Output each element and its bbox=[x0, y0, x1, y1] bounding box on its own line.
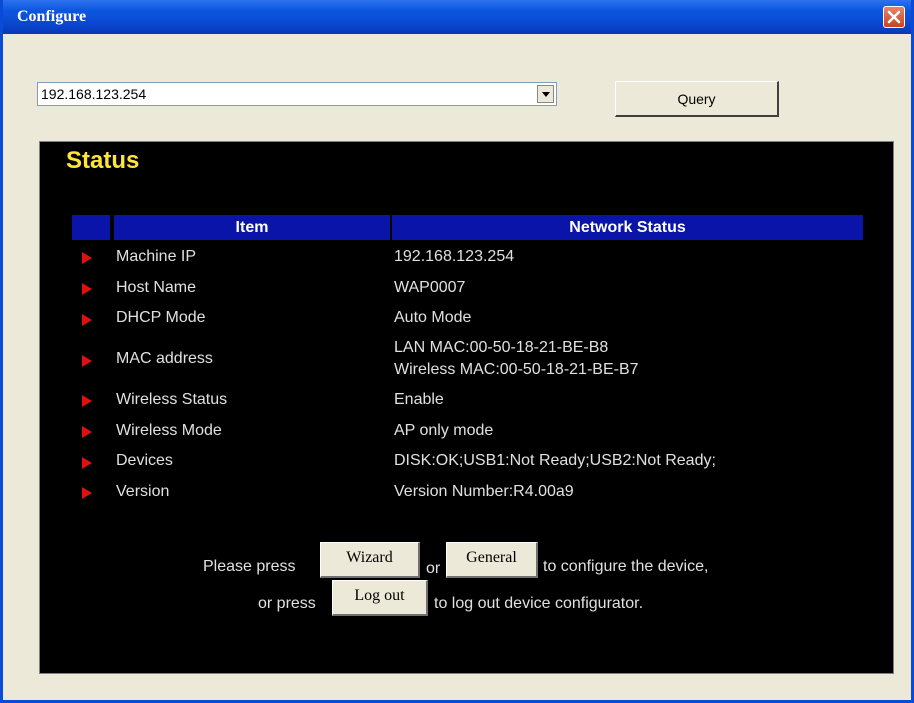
row-arrow-icon bbox=[82, 283, 92, 295]
configure-device-text: to configure the device, bbox=[543, 558, 709, 575]
row-item-label: MAC address bbox=[116, 350, 213, 367]
general-button[interactable]: General bbox=[446, 542, 538, 578]
row-arrow-icon bbox=[82, 314, 92, 326]
row-status-value: WAP0007 bbox=[394, 279, 466, 296]
chevron-down-icon bbox=[542, 92, 550, 97]
row-status-value: Auto Mode bbox=[394, 309, 472, 326]
row-item-label: Wireless Mode bbox=[116, 422, 222, 439]
row-arrow-icon bbox=[82, 395, 92, 407]
row-status-value: Version Number:R4.00a9 bbox=[394, 483, 574, 500]
configure-window: Configure 192.168.123.254 Query Status I… bbox=[0, 0, 914, 703]
row-item-label: DHCP Mode bbox=[116, 309, 206, 326]
logout-button[interactable]: Log out bbox=[332, 580, 428, 616]
row-status-value: Enable bbox=[394, 391, 444, 408]
or-text: or bbox=[426, 560, 441, 577]
row-status-value: DISK:OK;USB1:Not Ready;USB2:Not Ready; bbox=[394, 452, 716, 469]
row-item-label: Wireless Status bbox=[116, 391, 228, 408]
ip-dropdown-button[interactable] bbox=[537, 85, 554, 103]
ip-address-select[interactable]: 192.168.123.254 bbox=[37, 82, 557, 106]
header-network-status: Network Status bbox=[392, 215, 863, 240]
row-arrow-icon bbox=[82, 457, 92, 469]
title-bar[interactable]: Configure bbox=[3, 0, 911, 34]
close-icon bbox=[887, 10, 901, 24]
close-button[interactable] bbox=[883, 6, 905, 28]
row-arrow-icon bbox=[82, 487, 92, 499]
header-arrow-column bbox=[72, 215, 110, 240]
row-item-label: Devices bbox=[116, 452, 173, 469]
row-arrow-icon bbox=[82, 355, 92, 367]
ip-address-value: 192.168.123.254 bbox=[41, 86, 147, 102]
row-item-label: Version bbox=[116, 483, 170, 500]
status-title: Status bbox=[66, 147, 140, 174]
row-arrow-icon bbox=[82, 426, 92, 438]
status-panel: Status Item Network Status Machine IP 19… bbox=[39, 141, 894, 674]
row-item-label: Machine IP bbox=[116, 248, 197, 265]
logout-description-text: to log out device configurator. bbox=[434, 595, 644, 612]
please-press-text: Please press bbox=[203, 558, 296, 575]
row-status-value: 192.168.123.254 bbox=[394, 248, 515, 265]
row-arrow-icon bbox=[82, 252, 92, 264]
wizard-button[interactable]: Wizard bbox=[320, 542, 420, 578]
header-item: Item bbox=[114, 215, 390, 240]
or-press-text: or press bbox=[258, 595, 316, 612]
row-status-value-2: Wireless MAC:00-50-18-21-BE-B7 bbox=[394, 361, 639, 378]
row-status-value: AP only mode bbox=[394, 422, 494, 439]
query-button[interactable]: Query bbox=[615, 81, 779, 117]
row-item-label: Host Name bbox=[116, 279, 197, 296]
window-title: Configure bbox=[17, 8, 87, 25]
row-status-value: LAN MAC:00-50-18-21-BE-B8 bbox=[394, 339, 609, 356]
